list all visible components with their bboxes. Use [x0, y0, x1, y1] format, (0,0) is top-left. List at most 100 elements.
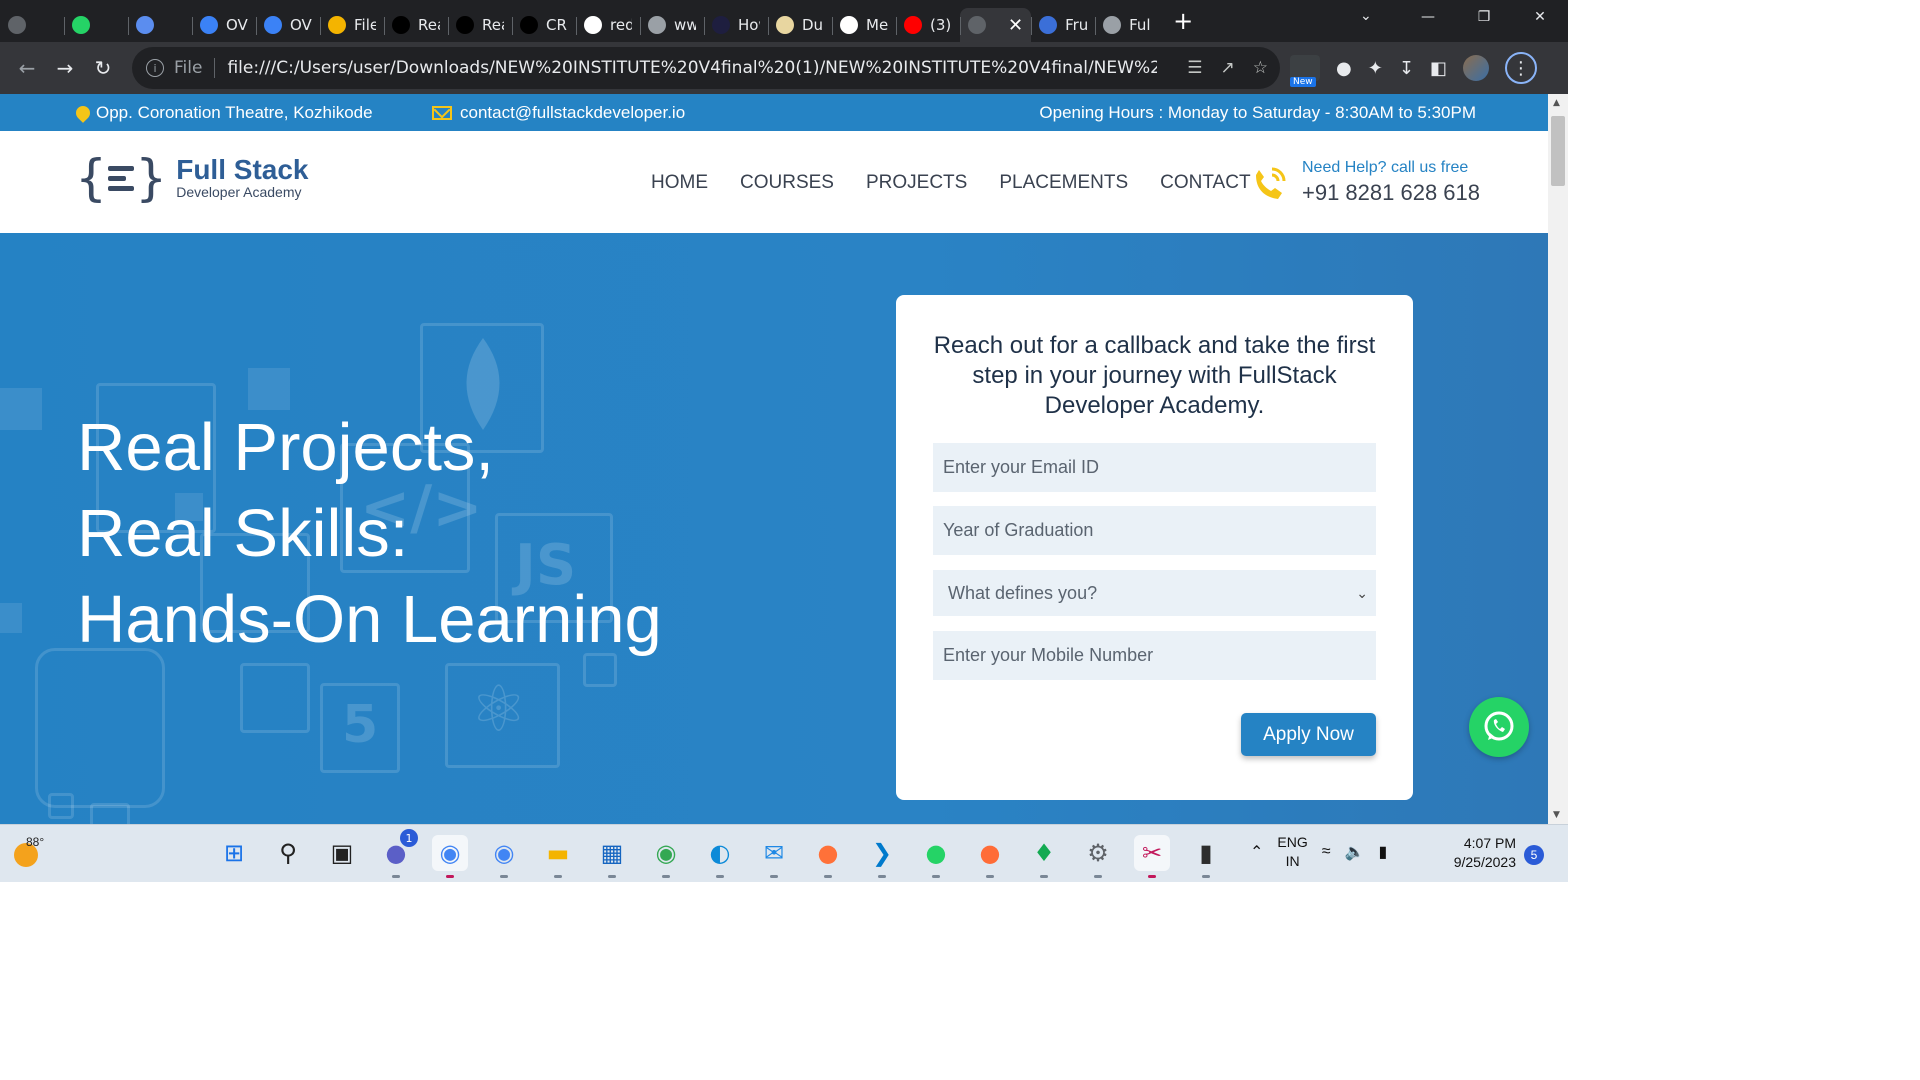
browser-tab[interactable]: ✕ — [960, 8, 1032, 42]
clock-date: 9/25/2023 — [1453, 854, 1516, 870]
translate-icon[interactable]: ☰ — [1187, 58, 1202, 78]
edge-icon: ◐ — [709, 839, 731, 867]
page-viewport: Opp. Coronation Theatre, Kozhikode conta… — [0, 94, 1548, 824]
browser-tab[interactable]: OVI — [192, 8, 256, 42]
browser-tab[interactable] — [0, 8, 64, 42]
browser-tab[interactable]: How — [704, 8, 768, 42]
taskbar-app[interactable]: ● — [972, 835, 1008, 878]
address-bar[interactable]: i File file:///C:/Users/user/Downloads/N… — [132, 47, 1280, 89]
taskbar-app[interactable]: ◉ — [432, 835, 468, 878]
wifi-icon[interactable]: ≈ — [1322, 843, 1331, 861]
language-indicator[interactable]: ENG IN — [1277, 833, 1307, 871]
running-indicator — [1094, 875, 1102, 878]
taskbar-app[interactable]: ⊞ — [216, 835, 252, 871]
phone-call-icon — [1256, 167, 1286, 199]
browser-tab[interactable]: red — [576, 8, 640, 42]
side-panel-icon[interactable]: ◧ — [1430, 58, 1447, 79]
defines-you-select[interactable]: What defines you? ⌄ — [933, 570, 1376, 616]
taskbar-app[interactable]: ✂ — [1134, 835, 1170, 878]
scroll-thumb[interactable] — [1551, 116, 1565, 186]
email-info[interactable]: contact@fullstackdeveloper.io — [432, 103, 685, 123]
taskbar-app[interactable]: ● — [810, 835, 846, 878]
close-tab-icon[interactable]: ✕ — [1008, 15, 1023, 36]
taskbar-app[interactable]: ⚲ — [270, 835, 306, 871]
notification-badge[interactable]: 5 — [1524, 845, 1544, 865]
nav-contact[interactable]: CONTACT — [1160, 172, 1250, 194]
top-info-bar: Opp. Coronation Theatre, Kozhikode conta… — [0, 94, 1548, 131]
minimize-button[interactable]: — — [1400, 0, 1456, 34]
browser-tab[interactable]: ww — [640, 8, 704, 42]
nav-home[interactable]: HOME — [651, 172, 708, 194]
browser-tab[interactable]: (3) — [896, 8, 960, 42]
taskbar-app[interactable]: ✉ — [756, 835, 792, 878]
site-logo[interactable]: { } Full Stack Developer Academy — [76, 153, 308, 203]
browser-tab[interactable]: Me — [832, 8, 896, 42]
extension-new-icon[interactable]: New — [1290, 55, 1320, 87]
taskbar-app[interactable]: ● 1 — [378, 829, 418, 878]
apply-now-button[interactable]: Apply Now — [1241, 713, 1376, 756]
tab-search-chevron-icon[interactable]: ⌄ — [1360, 8, 1372, 24]
clock[interactable]: 4:07 PM 9/25/2023 — [1440, 834, 1516, 872]
help-contact[interactable]: Need Help? call us free +91 8281 628 618 — [1248, 159, 1480, 206]
restore-button[interactable]: ❐ — [1456, 0, 1512, 34]
taskbar-app[interactable]: ▬ — [540, 835, 576, 878]
extensions-puzzle-icon[interactable]: ✦ — [1368, 58, 1383, 79]
email-text[interactable]: contact@fullstackdeveloper.io — [460, 103, 685, 123]
taskbar-app[interactable]: ▮ — [1188, 835, 1224, 878]
browser-menu-icon[interactable]: ⋮ — [1504, 52, 1537, 84]
extension-circle-icon[interactable]: ● — [1336, 58, 1352, 79]
page-icon — [648, 16, 666, 34]
share-icon[interactable]: ↗ — [1221, 58, 1235, 78]
taskbar-app[interactable]: ◉ — [648, 835, 684, 878]
nav-courses[interactable]: COURSES — [740, 172, 834, 194]
forward-button[interactable]: → — [46, 56, 84, 80]
small-square-bg-icon — [90, 803, 130, 824]
taskbar-app[interactable]: ◉ — [486, 835, 522, 878]
nav-projects[interactable]: PROJECTS — [866, 172, 967, 194]
browser-tab[interactable]: OVI — [256, 8, 320, 42]
taskbar-app[interactable]: ❯ — [864, 835, 900, 878]
site-info-icon[interactable]: i — [146, 59, 164, 77]
browser-tab[interactable] — [64, 8, 128, 42]
browser-tab[interactable]: CRU — [512, 8, 576, 42]
mobile-number-input[interactable]: Enter your Mobile Number — [933, 631, 1376, 680]
browser-tab[interactable]: File — [320, 8, 384, 42]
scroll-down-arrow-icon[interactable]: ▼ — [1553, 810, 1560, 820]
url-text[interactable]: file:///C:/Users/user/Downloads/NEW%20IN… — [227, 58, 1157, 78]
close-window-button[interactable]: ✕ — [1512, 0, 1568, 34]
browser-tab[interactable]: Dul — [768, 8, 832, 42]
taskbar-app[interactable]: ▣ — [324, 835, 360, 871]
browser-tab[interactable]: Fru — [1031, 8, 1095, 42]
bookmark-star-icon[interactable]: ☆ — [1253, 58, 1268, 78]
graduation-year-input[interactable]: Year of Graduation — [933, 506, 1376, 555]
browser-tab[interactable]: Rea — [448, 8, 512, 42]
profile-avatar[interactable] — [1462, 55, 1489, 81]
download-icon[interactable]: ↧ — [1399, 58, 1414, 79]
reload-button[interactable]: ↻ — [84, 56, 122, 80]
whatsapp-float-button[interactable] — [1469, 697, 1529, 757]
help-phone[interactable]: +91 8281 628 618 — [1302, 180, 1480, 206]
page-scrollbar[interactable]: ▲ ▼ — [1548, 94, 1568, 824]
battery-icon[interactable]: ▮ — [1378, 842, 1387, 862]
ovi-icon — [200, 16, 218, 34]
browser-tab[interactable]: Rea — [384, 8, 448, 42]
show-hidden-icons-chevron-icon[interactable]: ⌃ — [1250, 842, 1263, 862]
nav-placements[interactable]: PLACEMENTS — [999, 172, 1128, 194]
new-tab-button[interactable]: + — [1173, 7, 1193, 35]
taskbar-app[interactable]: ♦ — [1026, 835, 1062, 878]
volume-icon[interactable]: 🔈 — [1345, 842, 1365, 862]
running-indicator — [770, 875, 778, 878]
scroll-up-arrow-icon[interactable]: ▲ — [1553, 98, 1560, 108]
running-indicator — [662, 875, 670, 878]
email-input[interactable]: Enter your Email ID — [933, 443, 1376, 492]
taskbar-app[interactable]: ◐ — [702, 835, 738, 878]
lambda-icon — [712, 16, 730, 34]
taskbar-app[interactable]: ⚙ — [1080, 835, 1116, 878]
taskbar-app[interactable]: ▦ — [594, 835, 630, 878]
tab-title: ww — [674, 16, 696, 34]
browser-tab[interactable] — [128, 8, 192, 42]
back-button[interactable]: ← — [8, 56, 46, 80]
taskbar-app[interactable]: ● — [918, 835, 954, 878]
browser-tab[interactable]: Full — [1095, 8, 1159, 42]
weather-widget[interactable]: 88° — [14, 835, 44, 867]
